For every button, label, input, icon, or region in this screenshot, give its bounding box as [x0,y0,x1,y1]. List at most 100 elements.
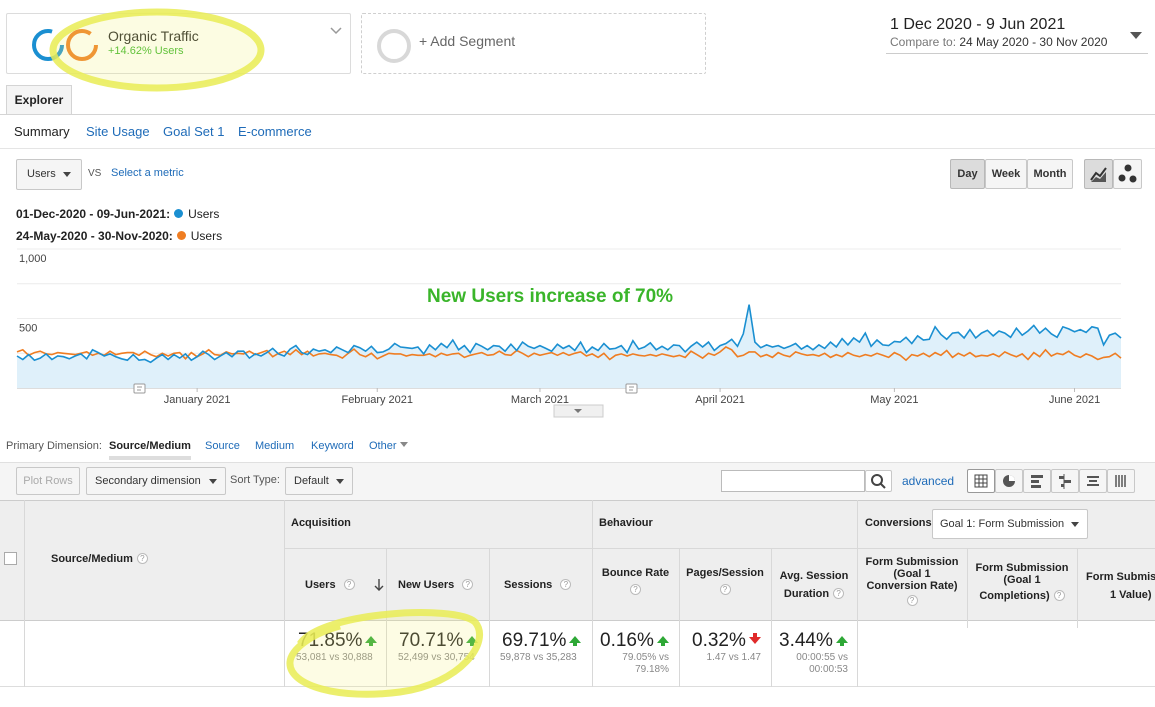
help-icon[interactable]: ? [136,553,148,564]
search-button[interactable] [865,470,892,492]
help-icon[interactable]: ? [462,579,474,590]
sort-type-select[interactable]: Default [285,467,353,495]
plot-rows-button[interactable]: Plot Rows [16,467,80,495]
legend-current-range: 01-Dec-2020 - 09-Jun-2021: [16,207,171,221]
chevron-down-icon[interactable] [329,26,343,36]
sort-type-label: Sort Type: [230,474,280,486]
goal-select[interactable]: Goal 1: Form Submission [932,509,1088,539]
subnav-ecommerce[interactable]: E-commerce [238,124,312,139]
x-tick-label: April 2021 [695,394,745,406]
help-icon[interactable]: ? [719,584,731,595]
help-icon[interactable]: ? [906,595,918,606]
primary-dimension-active[interactable]: Source/Medium [109,440,191,452]
col-header-conversion-rate[interactable]: Form Submission (Goal 1 Conversion Rate)… [857,556,967,607]
vs-label: VS [88,168,102,179]
highlight-oval-totals [286,609,483,698]
bar-chart-icon [1031,475,1043,488]
legend-current: 01-Dec-2020 - 09-Jun-2021: Users [16,207,219,221]
tabs-divider [0,114,1155,115]
caret-down-icon [1130,32,1142,39]
col-header-pages-session[interactable]: Pages/Session? [679,567,771,596]
dimension-other-label: Other [369,440,397,452]
col-header-new-users-label: New Users [398,579,455,591]
col-header-bounce-rate[interactable]: Bounce Rate? [592,567,679,596]
bounce-detail-1: 79.05% vs [622,652,669,663]
legend-dot-orange [176,231,186,240]
subnav-summary[interactable]: Summary [14,124,70,139]
help-icon[interactable]: ? [833,588,845,599]
granularity-day-button[interactable]: Day [950,159,985,189]
legend-compare: 24-May-2020 - 30-Nov-2020: Users [16,229,222,243]
dimension-medium[interactable]: Medium [255,440,294,452]
trend-up-icon [835,636,848,646]
secondary-dimension-label: Secondary dimension [95,475,201,487]
pivot-icon [1115,475,1126,487]
col-header-bounce-rate-label: Bounce Rate [601,567,670,579]
total-pages-session-pct: 0.32% [692,630,746,651]
total-sessions-detail: 59,878 vs 35,283 [500,652,577,663]
line-chart-view-button[interactable] [1084,159,1113,189]
view-pie-button[interactable] [995,469,1023,493]
dimension-source[interactable]: Source [205,440,240,452]
legend-dot-blue [174,209,184,218]
x-tick-label: March 2021 [511,394,569,406]
subnav-site-usage[interactable]: Site Usage [86,124,150,139]
col-header-completions[interactable]: Form Submission (Goal 1 Completions)? [967,562,1077,602]
subnav-goal-set-1[interactable]: Goal Set 1 [163,124,224,139]
compare-prefix: Compare to: [890,35,957,49]
compare-range: 24 May 2020 - 30 Nov 2020 [959,35,1108,49]
comparison-icon [1059,474,1071,489]
col-header-conv-rate-label-3: Conversion Rate) [866,580,958,592]
col-header-new-users[interactable]: New Users? [398,579,474,591]
motion-chart-view-button[interactable] [1113,159,1142,189]
sort-descending-icon[interactable] [374,578,384,592]
metric-select-value: Users [27,168,56,180]
col-header-sessions-label: Sessions [504,579,553,591]
view-comparison-button[interactable] [1051,469,1079,493]
line-chart-icon [1090,167,1107,182]
col-header-conv-rate-label-1: Form Submission [865,556,959,568]
help-icon[interactable]: ? [560,579,572,590]
dimension-keyword[interactable]: Keyword [311,440,354,452]
annotation-marker-icon[interactable] [133,383,146,394]
table-search-input[interactable] [721,470,865,492]
add-segment-button[interactable]: + Add Segment [361,13,706,74]
granularity-month-button[interactable]: Month [1027,159,1073,189]
granularity-week-button[interactable]: Week [985,159,1027,189]
grid-table-icon [974,474,988,488]
annotation-marker-icon[interactable] [625,383,638,394]
trend-up-icon [569,636,582,646]
total-bounce-rate-detail: 79.05% vs 79.18% [592,652,669,676]
chart-collapse-handle[interactable] [553,404,604,418]
dimension-other[interactable]: Other [369,440,408,452]
view-pivot-button[interactable] [1107,469,1135,493]
date-range-picker[interactable]: 1 Dec 2020 - 9 Jun 2021 Compare to: 24 M… [886,16,1148,54]
help-icon[interactable]: ? [1053,590,1065,601]
col-header-pages-session-label: Pages/Session [686,567,764,579]
view-table-button[interactable] [967,469,995,493]
total-bounce-rate-pct: 0.16% [600,630,654,651]
select-metric-link[interactable]: Select a metric [111,167,184,179]
select-all-checkbox[interactable] [4,552,17,565]
tab-explorer[interactable]: Explorer [6,85,72,115]
col-header-sessions[interactable]: Sessions? [504,579,572,591]
view-performance-button[interactable] [1023,469,1051,493]
total-sessions-change: 69.71% [502,630,582,652]
col-header-source-medium[interactable]: Source/Medium? [51,553,148,565]
view-term-cloud-button[interactable] [1079,469,1107,493]
advanced-filter-link[interactable]: advanced [902,474,954,488]
col-header-avg-session-duration[interactable]: Avg. Session Duration? [771,567,857,603]
metric-select[interactable]: Users [16,159,82,190]
goal-select-value: Goal 1: Form Submission [940,518,1065,530]
primary-dimension-label: Primary Dimension: [6,440,102,452]
col-header-goal-value[interactable]: Form Submiss 1 Value) [1086,568,1155,604]
col-header-goal-value-label-2: 1 Value) [1110,589,1152,601]
users-line-chart: 1,000 500 January 2021 February 2021 March 2… [16,248,1122,418]
help-icon[interactable]: ? [630,584,641,595]
y-tick-label: 1,000 [19,253,47,265]
help-icon[interactable]: ? [343,579,355,590]
secondary-dimension-select[interactable]: Secondary dimension [86,467,226,495]
trend-up-icon [656,636,669,646]
x-tick-label: January 2021 [164,394,231,406]
col-header-users[interactable]: Users? [305,579,355,591]
